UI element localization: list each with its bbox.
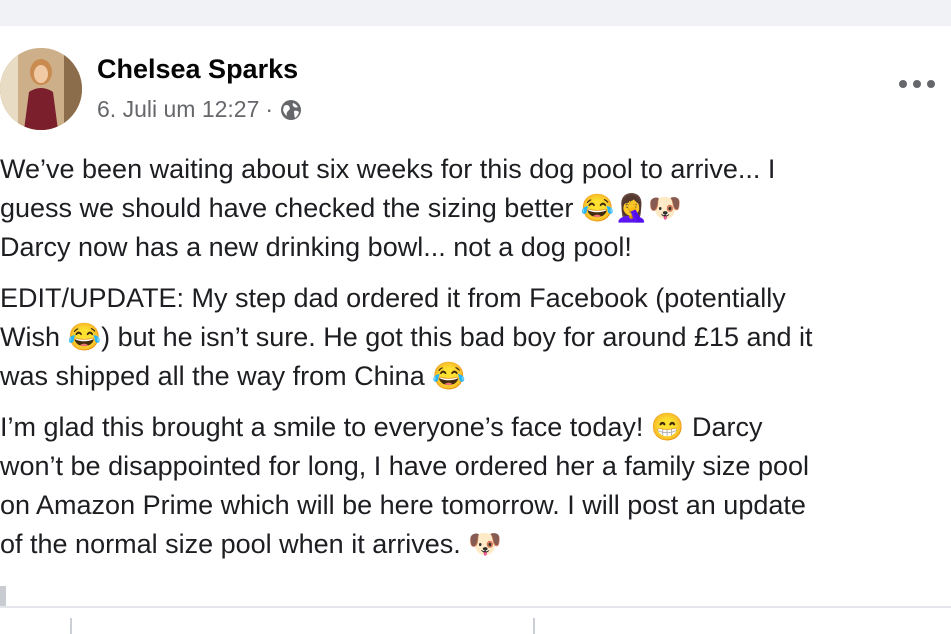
dot	[927, 80, 935, 88]
timestamp[interactable]: 6. Juli um 12:27	[97, 96, 259, 123]
dot	[913, 80, 921, 88]
text-line: I’m glad this brought a smile to everyon…	[0, 412, 763, 442]
text-line: of the normal size pool when it arrives.…	[0, 529, 502, 559]
dot	[899, 80, 907, 88]
action-divider	[70, 618, 72, 634]
post-card: Chelsea Sparks 6. Juli um 12:27 · We’ve …	[0, 26, 951, 634]
avatar-photo	[0, 48, 82, 130]
text-line: won’t be disappointed for long, I have o…	[0, 451, 809, 481]
text-line: guess we should have checked the sizing …	[0, 193, 682, 223]
action-divider	[533, 618, 535, 634]
paragraph-3: I’m glad this brought a smile to everyon…	[0, 408, 951, 564]
author-name[interactable]: Chelsea Sparks	[97, 54, 298, 85]
more-options-icon[interactable]	[899, 74, 935, 94]
text-line: on Amazon Prime which will be here tomor…	[0, 490, 806, 520]
avatar[interactable]	[0, 48, 82, 130]
globe-icon[interactable]	[279, 98, 303, 122]
separator: ·	[265, 96, 274, 122]
text-line: Darcy now has a new drinking bowl... not…	[0, 232, 632, 262]
text-line: Wish 😂) but he isn’t sure. He got this b…	[0, 322, 813, 352]
text-line: EDIT/UPDATE: My step dad ordered it from…	[0, 283, 786, 313]
paragraph-1: We’ve been waiting about six weeks for t…	[0, 150, 951, 267]
scroll-indicator	[0, 586, 6, 608]
paragraph-2: EDIT/UPDATE: My step dad ordered it from…	[0, 279, 951, 396]
text-line: We’ve been waiting about six weeks for t…	[0, 154, 776, 184]
post-meta: 6. Juli um 12:27 ·	[97, 96, 303, 123]
text-line: was shipped all the way from China 😂	[0, 361, 466, 391]
action-bar	[0, 608, 951, 634]
post-text: We’ve been waiting about six weeks for t…	[0, 150, 951, 576]
